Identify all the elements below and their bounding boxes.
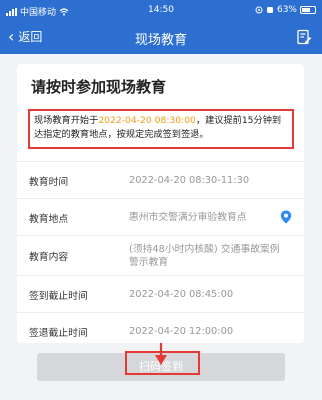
row-value: 2022-04-20 12:00:00 [129, 326, 234, 337]
document-edit-icon[interactable] [296, 29, 312, 45]
location-pin-icon[interactable] [280, 210, 292, 224]
status-right: 63% [255, 5, 316, 15]
row-value: 2022-04-20 08:30-11:30 [129, 175, 250, 186]
row-value: 惠州市交警满分审验教育点 [129, 212, 247, 223]
notice-start-time: 2022-04-20 08:30:00 [98, 115, 196, 126]
row-label: 签到截止时间 [29, 291, 88, 302]
notice-box: 现场教育开始于2022-04-20 08:30:00，建议提前15分钟到达指定的… [28, 109, 294, 149]
row-label: 教育内容 [29, 252, 69, 263]
row-education-location: 教育地点 惠州市交警满分审验教育点 [17, 198, 304, 235]
location-status-icon [255, 6, 263, 14]
arrow-down-icon [155, 343, 167, 365]
row-value: 2022-04-20 08:45:00 [129, 289, 234, 300]
battery-icon [300, 6, 316, 14]
card-title: 请按时参加现场教育 [31, 78, 167, 96]
navigation-bar: ‹ 返回 现场教育 [0, 22, 322, 54]
notice-prefix: 现场教育开始于 [34, 115, 99, 126]
row-checkin-deadline: 签到截止时间 2022-04-20 08:45:00 [17, 275, 304, 312]
row-education-time: 教育时间 2022-04-20 08:30-11:30 [17, 161, 304, 198]
education-card: 请按时参加现场教育 现场教育开始于2022-04-20 08:30:00，建议提… [17, 64, 304, 343]
status-bar: 中国移动 14:50 63% [0, 0, 322, 22]
row-label: 教育地点 [29, 214, 69, 225]
battery-percent: 63% [276, 5, 297, 15]
header-bar: 中国移动 14:50 63% ‹ 返回 现场教育 [0, 0, 322, 54]
alarm-icon [266, 7, 273, 13]
row-label: 教育时间 [29, 177, 69, 188]
row-value: (须持48小时内核酸) 交通事故案例警示教育 [129, 244, 280, 268]
row-label: 签退截止时间 [29, 328, 88, 339]
page-title: 现场教育 [134, 33, 187, 48]
row-education-content: 教育内容 (须持48小时内核酸) 交通事故案例警示教育 [17, 235, 304, 275]
